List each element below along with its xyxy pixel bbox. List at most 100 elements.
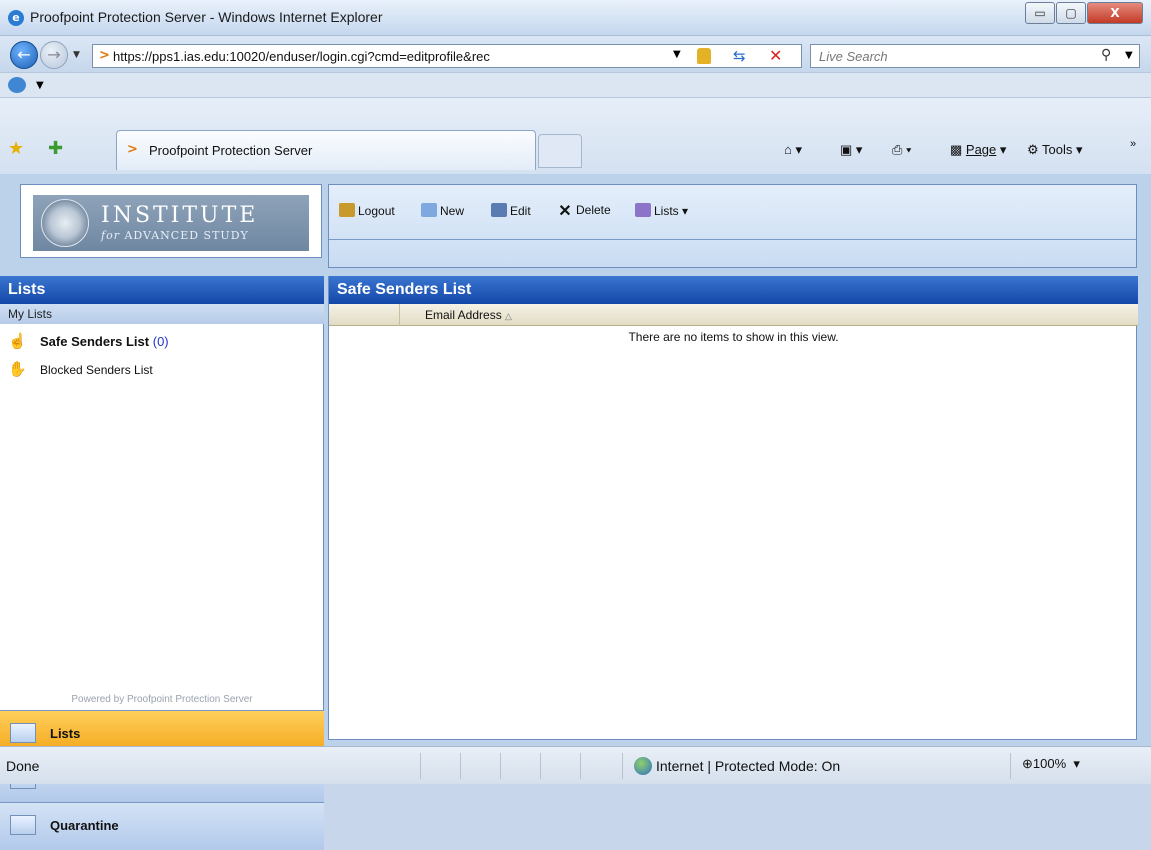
lists-dropdown-button[interactable]: Lists ▾ xyxy=(635,203,688,218)
close-button[interactable]: X xyxy=(1087,2,1143,24)
print-icon[interactable]: ⎙ ▾ xyxy=(892,142,911,158)
status-divider xyxy=(540,753,541,779)
email-column-label: Email Address xyxy=(425,308,502,322)
ie-logo-icon: e xyxy=(8,10,24,26)
forward-button[interactable]: → xyxy=(40,41,68,69)
favorites-star-icon[interactable]: ★ xyxy=(8,138,24,159)
status-divider xyxy=(460,753,461,779)
tab-page-icon: > xyxy=(127,142,138,157)
translate-icon[interactable] xyxy=(8,77,26,93)
edit-button[interactable]: Edit xyxy=(491,203,531,218)
delete-button[interactable]: ✕ Delete xyxy=(557,203,611,220)
minimize-button[interactable]: ▭ xyxy=(1025,2,1055,24)
empty-message: There are no items to show in this view. xyxy=(628,330,839,344)
refresh-icon[interactable]: ⇆ xyxy=(733,47,746,65)
nav-item-safe-senders-label: Safe Senders List xyxy=(40,334,150,349)
table-header: Email Address △ xyxy=(329,304,1138,326)
nav-header: Lists xyxy=(0,276,324,304)
tools-menu[interactable]: ⚙ Tools ▾ xyxy=(1027,142,1083,158)
status-divider xyxy=(622,753,623,779)
nav-tab-lists-label: Lists xyxy=(50,726,81,741)
search-dropdown-icon[interactable]: ▼ xyxy=(1125,50,1133,61)
toolbar-strip: ▼ xyxy=(0,72,1151,98)
page-menu[interactable]: ▩ Page ▾ xyxy=(950,142,1006,158)
stop-icon[interactable]: ✕ xyxy=(769,46,782,65)
search-icon[interactable]: ⚲ xyxy=(1101,47,1111,63)
strip-dropdown-icon[interactable]: ▼ xyxy=(36,80,44,91)
edit-icon xyxy=(491,203,507,217)
tab-proofpoint[interactable]: > Proofpoint Protection Server xyxy=(116,130,536,170)
edit-label: Edit xyxy=(510,204,531,218)
logo-panel: INSTITUTE for ADVANCED STUDY xyxy=(20,184,322,258)
status-bar: Done Internet | Protected Mode: On ⊕100%… xyxy=(0,746,1151,784)
logout-button[interactable]: Logout xyxy=(339,203,395,218)
gear-icon: ⚙ xyxy=(1027,142,1043,157)
toolbar-divider xyxy=(329,239,1136,240)
stop-hand-icon: ✋ xyxy=(8,361,27,378)
column-divider xyxy=(399,304,400,326)
address-row: ← → ▼ > https://pps1.ias.edu:10020/endus… xyxy=(0,36,1151,72)
zoom-icon: ⊕ xyxy=(1022,756,1033,771)
window-title: Proofpoint Protection Server - Windows I… xyxy=(30,9,383,25)
nav-item-safe-senders[interactable]: ☝ Safe Senders List (0) xyxy=(8,332,169,350)
home-icon[interactable]: ⌂ ▾ xyxy=(784,142,802,158)
delete-label: Delete xyxy=(576,203,611,217)
url-text[interactable]: https://pps1.ias.edu:10020/enduser/login… xyxy=(113,49,673,64)
lists-label: Lists xyxy=(654,204,679,218)
nav-item-blocked-senders-label: Blocked Senders List xyxy=(40,363,153,377)
lock-icon[interactable] xyxy=(697,48,711,64)
status-divider xyxy=(580,753,581,779)
nav-tab-quarantine[interactable]: Quarantine xyxy=(0,802,324,850)
new-button[interactable]: New xyxy=(421,203,464,218)
page-arrow-icon: > xyxy=(99,48,110,63)
institute-logo: INSTITUTE for ADVANCED STUDY xyxy=(33,195,309,251)
tab-row: ★ ✚ > Proofpoint Protection Server ⌂ ▾ ▣… xyxy=(0,98,1151,174)
page-title: Safe Senders List xyxy=(329,276,1138,304)
app-frame: INSTITUTE for ADVANCED STUDY Logout New … xyxy=(0,174,1151,850)
new-tab-button[interactable] xyxy=(538,134,582,168)
nav-item-blocked-senders[interactable]: ✋ Blocked Senders List xyxy=(8,360,153,378)
back-button[interactable]: ← xyxy=(10,41,38,69)
security-zone[interactable]: Internet | Protected Mode: On xyxy=(656,758,840,774)
page-icon: ▩ xyxy=(950,142,966,157)
zoom-level: 100% xyxy=(1032,756,1067,771)
action-toolbar: Logout New Edit ✕ Delete Lists ▾ xyxy=(328,184,1137,268)
add-favorite-icon[interactable]: ✚ xyxy=(48,138,63,159)
search-placeholder: Live Search xyxy=(819,49,888,64)
sort-icon: △ xyxy=(505,311,512,321)
chevron-more-icon[interactable]: » xyxy=(1130,138,1136,150)
search-input[interactable]: Live Search ⚲ ▼ xyxy=(810,44,1140,68)
seal-icon xyxy=(41,199,89,247)
lists-tab-icon xyxy=(10,723,36,743)
logo-line1: INSTITUTE xyxy=(101,203,259,228)
lists-icon xyxy=(635,203,651,217)
logo-line2-text: ADVANCED STUDY xyxy=(124,229,249,242)
page-menu-label: Page xyxy=(965,142,997,157)
address-dropdown-icon[interactable]: ▼ xyxy=(673,49,681,60)
powered-by: Powered by Proofpoint Protection Server xyxy=(71,694,253,705)
status-text: Done xyxy=(6,758,40,774)
zoom-control[interactable]: ⊕100% ▾ xyxy=(1022,756,1080,772)
maximize-button[interactable]: ▢ xyxy=(1056,2,1086,24)
status-divider xyxy=(500,753,501,779)
new-icon xyxy=(421,203,437,217)
logout-label: Logout xyxy=(358,204,395,218)
status-divider xyxy=(420,753,421,779)
new-label: New xyxy=(440,204,465,218)
status-divider xyxy=(1010,753,1011,779)
logout-icon xyxy=(339,203,355,217)
feeds-icon[interactable]: ▣ ▾ xyxy=(840,142,862,158)
main-panel: Safe Senders List Email Address △ There … xyxy=(328,276,1138,740)
logo-line2-prefix: for xyxy=(101,229,120,242)
tab-title: Proofpoint Protection Server xyxy=(149,143,313,158)
delete-icon: ✕ xyxy=(558,203,572,220)
quarantine-tab-icon xyxy=(10,815,36,835)
safe-senders-count: (0) xyxy=(152,334,169,349)
my-lists-section: My Lists xyxy=(0,304,324,324)
nav-tab-quarantine-label: Quarantine xyxy=(50,818,119,833)
email-column-header[interactable]: Email Address △ xyxy=(425,308,512,322)
address-field[interactable]: > https://pps1.ias.edu:10020/enduser/log… xyxy=(92,44,802,68)
history-dropdown-icon[interactable]: ▼ xyxy=(73,50,80,60)
globe-icon xyxy=(634,757,652,775)
tools-menu-label: Tools xyxy=(1042,142,1073,157)
